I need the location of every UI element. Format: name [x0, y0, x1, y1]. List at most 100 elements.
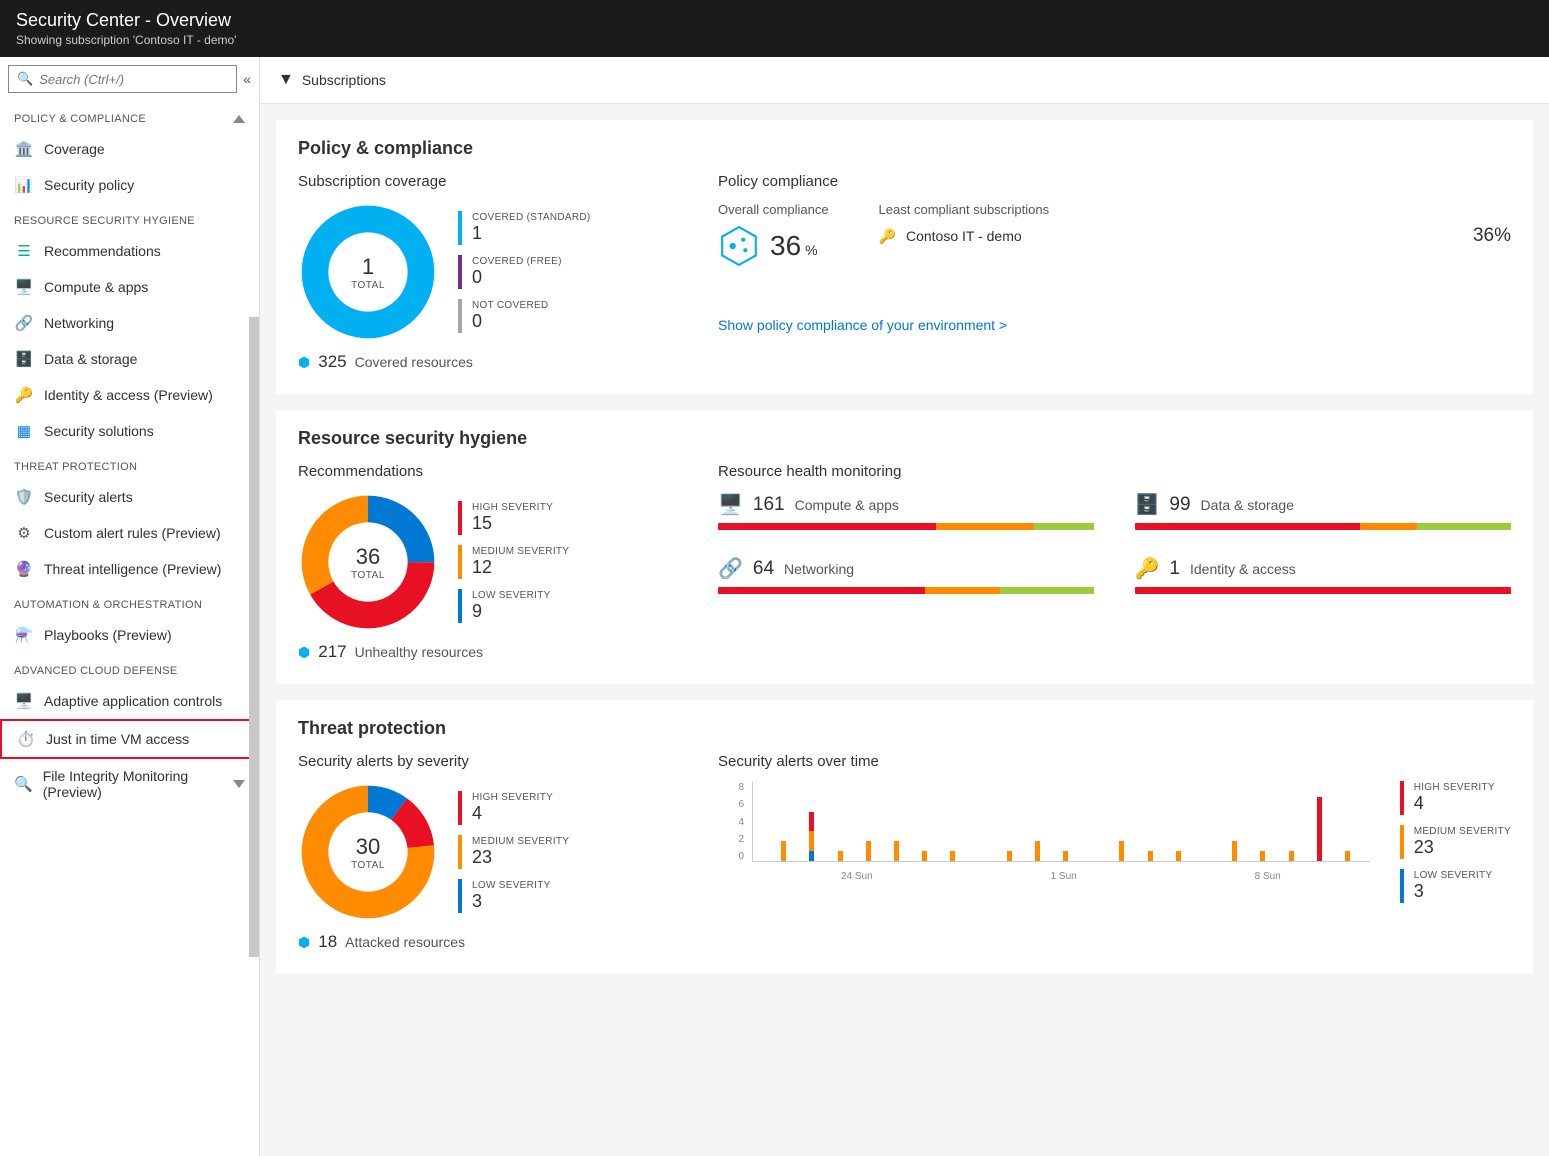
sidebar-item-adaptive-app-controls[interactable]: 🖥️Adaptive application controls: [0, 683, 259, 719]
health-card-3[interactable]: 🔑1Identity & access: [1135, 556, 1512, 594]
health-icon: 🖥️: [718, 492, 743, 517]
alerts-donut-chart[interactable]: 30TOTAL: [298, 782, 438, 922]
time-legend: HIGH SEVERITY4 MEDIUM SEVERITY23 LOW SEV…: [1400, 781, 1511, 952]
subscription-coverage-block: Subscription coverage 1TOTAL COVERED (ST…: [298, 173, 678, 372]
sidebar-item-data-storage[interactable]: 🗄️Data & storage: [0, 341, 259, 377]
health-card-0[interactable]: 🖥️161Compute & apps: [718, 492, 1095, 530]
time-legend-low[interactable]: LOW SEVERITY3: [1400, 869, 1511, 903]
network-icon: 🔗: [14, 314, 34, 332]
sidebar-item-security-policy[interactable]: 📊Security policy: [0, 167, 259, 203]
health-card-1[interactable]: 🗄️99Data & storage: [1135, 492, 1512, 530]
shield-icon: 🛡️: [14, 488, 34, 506]
legend-high-sev[interactable]: HIGH SEVERITY15: [458, 501, 569, 535]
search-box[interactable]: 🔍: [8, 65, 237, 93]
sidebar: 🔍 « POLICY & COMPLIANCE 🏛️Coverage 📊Secu…: [0, 57, 260, 1156]
search-input[interactable]: [39, 72, 228, 87]
sidebar-item-coverage[interactable]: 🏛️Coverage: [0, 131, 259, 167]
show-compliance-link[interactable]: Show policy compliance of your environme…: [718, 317, 1007, 333]
toolbar: ▼ Subscriptions: [260, 57, 1549, 104]
chevron-down-icon: [233, 780, 245, 788]
threat-intel-icon: 🔮: [14, 560, 34, 578]
hexagon-icon: [718, 225, 760, 267]
alert-rules-icon: ⚙: [14, 524, 34, 542]
sidebar-item-security-solutions[interactable]: ▦Security solutions: [0, 413, 259, 449]
section-threat-protection: THREAT PROTECTION: [0, 449, 259, 479]
panel-threat: Threat protection Security alerts by sev…: [276, 700, 1533, 974]
clock-icon: ⏱️: [16, 730, 36, 748]
alerts-over-time-block: Security alerts over time 86420 24 Sun1 …: [718, 753, 1511, 952]
identity-icon: 🔑: [14, 386, 34, 404]
rec-legend: HIGH SEVERITY15 MEDIUM SEVERITY12 LOW SE…: [458, 501, 569, 623]
legend-low-sev[interactable]: LOW SEVERITY9: [458, 589, 569, 623]
health-icon: 🔑: [1135, 556, 1160, 581]
coverage-icon: 🏛️: [14, 140, 34, 158]
adaptive-icon: 🖥️: [14, 692, 34, 710]
coverage-donut-chart[interactable]: 1TOTAL: [298, 202, 438, 342]
section-resource-hygiene: RESOURCE SECURITY HYGIENE: [0, 203, 259, 233]
section-policy-compliance[interactable]: POLICY & COMPLIANCE: [0, 101, 259, 131]
panel-heading-threat: Threat protection: [298, 718, 1511, 739]
policy-icon: 📊: [14, 176, 34, 194]
time-legend-high[interactable]: HIGH SEVERITY4: [1400, 781, 1511, 815]
content-area: ▼ Subscriptions Policy & compliance Subs…: [260, 57, 1549, 1156]
playbook-icon: ⚗️: [14, 626, 34, 644]
panel-hygiene: Resource security hygiene Recommendation…: [276, 410, 1533, 684]
legend-alerts-high[interactable]: HIGH SEVERITY4: [458, 791, 569, 825]
key-icon: 🔑: [879, 228, 896, 245]
overall-compliance: Overall compliance 36%: [718, 202, 829, 267]
recommendations-block: Recommendations 36TOTAL HIGH SEVERITY15: [298, 463, 678, 662]
legend-covered-free[interactable]: COVERED (FREE)0: [458, 255, 591, 289]
legend-med-sev[interactable]: MEDIUM SEVERITY12: [458, 545, 569, 579]
subscriptions-button[interactable]: Subscriptions: [302, 72, 386, 88]
health-card-2[interactable]: 🔗64Networking: [718, 556, 1095, 594]
cube-icon: ⬢: [298, 934, 310, 951]
alerts-legend: HIGH SEVERITY4 MEDIUM SEVERITY23 LOW SEV…: [458, 791, 569, 913]
sidebar-item-jit-vm-access[interactable]: ⏱️Just in time VM access: [0, 719, 259, 759]
compute-icon: 🖥️: [14, 278, 34, 296]
sidebar-item-file-integrity[interactable]: 🔍File Integrity Monitoring (Preview): [0, 759, 259, 809]
unhealthy-resources-row[interactable]: ⬢217Unhealthy resources: [298, 642, 678, 662]
policy-compliance-block: Policy compliance Overall compliance 36%…: [718, 173, 1511, 372]
collapse-sidebar-button[interactable]: «: [243, 71, 251, 87]
topbar: Security Center - Overview Showing subsc…: [0, 0, 1549, 57]
search-icon: 🔍: [17, 71, 33, 87]
storage-icon: 🗄️: [14, 350, 34, 368]
sidebar-item-networking[interactable]: 🔗Networking: [0, 305, 259, 341]
recommendations-icon: ☰: [14, 242, 34, 260]
legend-alerts-med[interactable]: MEDIUM SEVERITY23: [458, 835, 569, 869]
sidebar-item-playbooks[interactable]: ⚗️Playbooks (Preview): [0, 617, 259, 653]
filter-icon[interactable]: ▼: [278, 71, 294, 89]
scrollbar[interactable]: [249, 317, 259, 957]
section-advanced-defense: ADVANCED CLOUD DEFENSE: [0, 653, 259, 683]
sidebar-item-security-alerts[interactable]: 🛡️Security alerts: [0, 479, 259, 515]
covered-resources-row[interactable]: ⬢325Covered resources: [298, 352, 678, 372]
legend-alerts-low[interactable]: LOW SEVERITY3: [458, 879, 569, 913]
chevron-up-icon: [233, 115, 245, 123]
sidebar-item-recommendations[interactable]: ☰Recommendations: [0, 233, 259, 269]
least-compliant-block: Least compliant subscriptions 🔑 Contoso …: [879, 202, 1511, 267]
sidebar-item-identity-access[interactable]: 🔑Identity & access (Preview): [0, 377, 259, 413]
sidebar-item-threat-intelligence[interactable]: 🔮Threat intelligence (Preview): [0, 551, 259, 587]
panel-policy-compliance: Policy & compliance Subscription coverag…: [276, 120, 1533, 394]
recommendations-donut-chart[interactable]: 36TOTAL: [298, 492, 438, 632]
alerts-time-chart[interactable]: 86420 24 Sun1 Sun8 Sun: [718, 782, 1370, 882]
health-icon: 🔗: [718, 556, 743, 581]
sidebar-item-custom-alert-rules[interactable]: ⚙Custom alert rules (Preview): [0, 515, 259, 551]
coverage-legend: COVERED (STANDARD)1 COVERED (FREE)0 NOT …: [458, 211, 591, 333]
page-title: Security Center - Overview: [16, 10, 1533, 31]
resource-health-block: Resource health monitoring 🖥️161Compute …: [718, 463, 1511, 662]
cube-icon: ⬢: [298, 354, 310, 371]
health-icon: 🗄️: [1135, 492, 1160, 517]
page-subtitle: Showing subscription 'Contoso IT - demo': [16, 33, 1533, 47]
subscription-row[interactable]: 🔑 Contoso IT - demo 36%: [879, 225, 1511, 247]
legend-covered-standard[interactable]: COVERED (STANDARD)1: [458, 211, 591, 245]
panel-heading-policy: Policy & compliance: [298, 138, 1511, 159]
solutions-icon: ▦: [14, 422, 34, 440]
legend-not-covered[interactable]: NOT COVERED0: [458, 299, 591, 333]
cube-icon: ⬢: [298, 644, 310, 661]
section-automation: AUTOMATION & ORCHESTRATION: [0, 587, 259, 617]
sidebar-item-compute-apps[interactable]: 🖥️Compute & apps: [0, 269, 259, 305]
time-legend-med[interactable]: MEDIUM SEVERITY23: [1400, 825, 1511, 859]
attacked-resources-row[interactable]: ⬢18Attacked resources: [298, 932, 678, 952]
file-search-icon: 🔍: [14, 775, 33, 793]
